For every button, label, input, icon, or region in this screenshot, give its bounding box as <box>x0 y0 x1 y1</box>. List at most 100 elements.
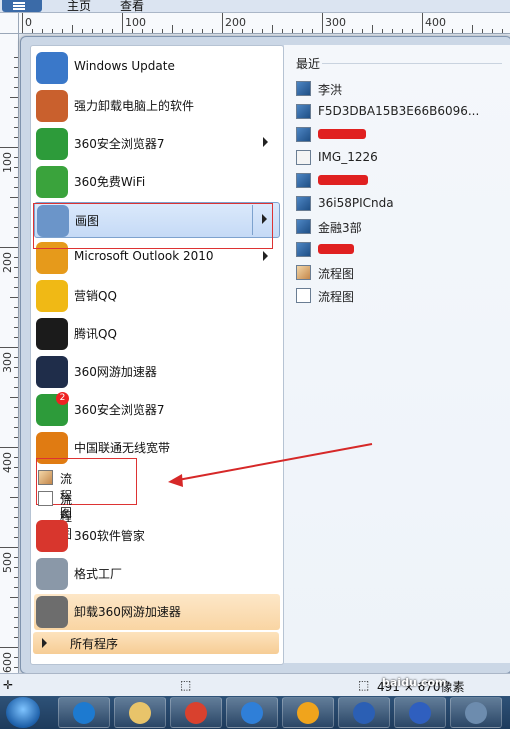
ruler-minor-tick <box>432 29 433 33</box>
program-item[interactable]: 腾讯QQ <box>34 316 280 352</box>
ruler-minor-tick <box>14 427 18 428</box>
document-file-icon <box>296 150 311 165</box>
recent-item[interactable] <box>296 125 506 145</box>
program-item[interactable]: 360软件管家 <box>34 518 280 554</box>
ruler-minor-tick <box>402 29 403 33</box>
recent-item[interactable]: 36i58PICnda <box>296 194 506 214</box>
program-label: 360免费WiFi <box>74 175 146 189</box>
ruler-minor-tick <box>82 29 83 33</box>
ruler-minor-tick <box>14 587 18 588</box>
ruler-minor-tick <box>14 227 18 228</box>
taskbar-button[interactable] <box>170 697 222 728</box>
program-item[interactable]: 360安全浏览器7 <box>34 126 280 162</box>
recent-item[interactable]: 金融3部 <box>296 217 506 237</box>
word-icon <box>353 702 375 724</box>
ruler-minor-tick <box>14 377 18 378</box>
start-orb-icon[interactable] <box>6 697 40 728</box>
ruler-minor-tick <box>342 29 343 33</box>
ruler-minor-tick <box>14 387 18 388</box>
ruler-major-tick <box>0 447 18 448</box>
ruler-corner <box>0 13 19 34</box>
flowchart-icon <box>38 491 53 506</box>
taskbar-button[interactable] <box>58 697 110 728</box>
ruler-minor-tick <box>462 29 463 33</box>
expand-arrow-icon <box>42 638 47 648</box>
recent-item[interactable]: IMG_1226 <box>296 148 506 168</box>
ruler-minor-tick <box>14 417 18 418</box>
taskbar-button[interactable] <box>282 697 334 728</box>
tab-view[interactable]: 查看 <box>120 0 144 14</box>
ruler-minor-tick <box>92 29 93 33</box>
ruler-minor-tick <box>382 29 383 33</box>
ruler-minor-tick <box>14 157 18 158</box>
program-item[interactable]: 强力卸载电脑上的软件 <box>34 88 280 124</box>
submenu-arrow-icon[interactable] <box>263 137 268 147</box>
ruler-minor-tick <box>14 237 18 238</box>
image-file-icon <box>296 219 311 234</box>
program-label: 腾讯QQ <box>74 327 117 341</box>
taskbar-button[interactable] <box>338 697 390 728</box>
program-item[interactable]: 卸载360网游加速器 <box>34 594 280 630</box>
ruler-minor-tick <box>14 137 18 138</box>
ruler-label: 600 <box>1 652 14 673</box>
taskbar-button[interactable] <box>450 697 502 728</box>
taskbar-button[interactable] <box>226 697 278 728</box>
recent-item[interactable]: 李洪 <box>296 79 506 99</box>
ruler-minor-tick <box>14 337 18 338</box>
ruler-minor-tick <box>182 29 183 33</box>
program-item[interactable]: 360网游加速器 <box>34 354 280 390</box>
ruler-major-tick <box>122 13 123 33</box>
recent-item[interactable]: 流程图 <box>296 286 506 306</box>
ruler-minor-tick <box>352 29 353 33</box>
ruler-minor-tick <box>14 617 18 618</box>
ruler-minor-tick <box>102 29 103 33</box>
program-item[interactable]: Windows Update <box>34 50 280 86</box>
internet-explorer-icon <box>73 702 95 724</box>
ruler-major-tick <box>22 13 23 33</box>
ruler-label: 0 <box>25 16 32 29</box>
ruler-major-tick <box>422 13 423 33</box>
ruler-minor-tick <box>14 207 18 208</box>
notification-badge: 2 <box>56 392 69 405</box>
program-label: Microsoft Outlook 2010 <box>74 249 214 263</box>
recent-item[interactable]: F5D3DBA15B3E66B6096... <box>296 102 506 122</box>
ruler-minor-tick <box>14 127 18 128</box>
ruler-minor-tick <box>172 25 173 33</box>
taskbar-button[interactable] <box>114 697 166 728</box>
watermark: baidu.com <box>382 676 447 689</box>
program-label: 强力卸载电脑上的软件 <box>74 99 195 113</box>
ruler-minor-tick <box>10 297 18 298</box>
recent-item[interactable] <box>296 171 506 191</box>
image-file-icon <box>296 242 311 257</box>
ruler-minor-tick <box>14 567 18 568</box>
file-menu-button[interactable] <box>2 0 42 12</box>
ruler-minor-tick <box>482 29 483 33</box>
ruler-major-tick <box>222 13 223 33</box>
recent-item-label: 36i58PICnda <box>318 196 394 210</box>
ruler-label: 300 <box>1 352 14 373</box>
vertical-ruler: 100 200 300 400 500 600 <box>0 33 19 673</box>
ruler-minor-tick <box>14 407 18 408</box>
ruler-minor-tick <box>42 29 43 33</box>
software-manager-icon <box>36 520 68 552</box>
recent-item[interactable] <box>296 240 506 260</box>
ruler-minor-tick <box>14 477 18 478</box>
program-item[interactable]: 格式工厂 <box>34 556 280 592</box>
program-item[interactable]: 营销QQ <box>34 278 280 314</box>
submenu-arrow-icon[interactable] <box>263 251 268 261</box>
ruler-label: 200 <box>1 252 14 273</box>
recent-title: 最近 <box>296 57 321 71</box>
ruler-minor-tick <box>14 627 18 628</box>
tab-home[interactable]: 主页 <box>67 0 91 14</box>
ruler-minor-tick <box>14 607 18 608</box>
ruler-label: 300 <box>325 16 346 29</box>
recent-item[interactable]: 流程图 <box>296 263 506 283</box>
ruler-minor-tick <box>212 29 213 33</box>
game-accelerator-icon <box>36 356 68 388</box>
program-item[interactable]: 360免费WiFi <box>34 164 280 200</box>
taskbar-button[interactable] <box>394 697 446 728</box>
program-label: 360安全浏览器7 <box>74 403 165 417</box>
program-item[interactable]: 2 360安全浏览器7 <box>34 392 280 428</box>
image-file-icon <box>296 196 311 211</box>
all-programs-button[interactable]: 所有程序 <box>33 632 279 654</box>
